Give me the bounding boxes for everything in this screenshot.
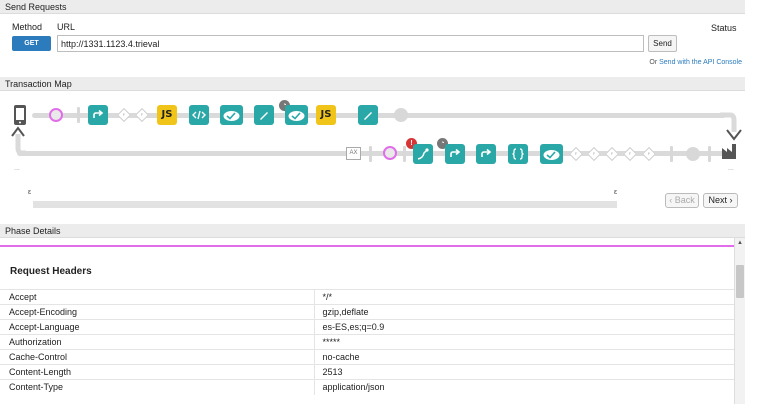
header-value: no-cache [313, 349, 734, 365]
send-button[interactable]: Send [648, 35, 677, 52]
api-console-link-row: Or Send with the API Console [649, 59, 742, 66]
table-row: Accept-Encoding gzip,deflate [0, 304, 734, 320]
url-label: URL [57, 22, 76, 32]
header-value: gzip,deflate [313, 304, 734, 320]
redirect-node[interactable] [88, 105, 108, 125]
braces-icon [512, 148, 524, 160]
analytics-box[interactable]: AX [346, 147, 361, 160]
cloud-check-node[interactable] [220, 105, 243, 125]
details-scrollbar[interactable]: ▲ [734, 238, 745, 404]
pencil-icon [260, 112, 268, 120]
header-name: Accept-Encoding [0, 304, 314, 320]
filter-diamond[interactable]: F [568, 146, 584, 162]
header-value: */* [313, 289, 734, 305]
edit-policy-node[interactable] [358, 105, 378, 125]
json-policy-node[interactable] [508, 144, 528, 164]
cloud-check-icon [288, 111, 305, 121]
request-headers-table: Accept */* Accept-Encoding gzip,deflate Acce… [0, 289, 734, 395]
header-name: Cache-Control [0, 349, 314, 365]
backend-caption: ... [728, 165, 734, 172]
code-icon [192, 110, 206, 120]
request-start-ring[interactable] [49, 108, 63, 122]
table-row: Authorization ***** [0, 334, 734, 350]
table-row: Accept-Language es-ES,es;q=0.9 [0, 319, 734, 335]
cloud-check-icon [543, 150, 560, 160]
target-response-dot[interactable] [686, 147, 700, 161]
header-value: ***** [313, 334, 734, 350]
header-value: es-ES,es;q=0.9 [313, 319, 734, 335]
header-name: Content-Type [0, 379, 314, 395]
error-flow-node[interactable] [413, 144, 433, 164]
header-value: application/json [313, 379, 734, 395]
filter-diamond[interactable]: F [641, 146, 657, 162]
redirect-node[interactable] [445, 144, 465, 164]
filter-diamond[interactable]: F [134, 107, 150, 123]
factory-icon[interactable] [721, 143, 740, 160]
cloud-check-node[interactable] [540, 144, 563, 164]
share-arrow-icon [93, 109, 104, 118]
request-headers-title: Request Headers [10, 266, 92, 277]
share-arrow-icon [481, 148, 492, 157]
up-arrow-icon [11, 126, 26, 156]
chevron-left-icon: ‹ [669, 195, 673, 205]
phase-divider [77, 107, 80, 123]
header-value: 2513 [313, 364, 734, 380]
edit-policy-node[interactable] [254, 105, 274, 125]
back-button[interactable]: ‹ Back [665, 193, 699, 208]
cloud-check-node[interactable] [285, 105, 308, 125]
send-requests-header: Send Requests [0, 0, 745, 14]
transaction-map-header: Transaction Map [0, 77, 745, 91]
scroll-up-arrow-icon[interactable]: ▲ [735, 238, 745, 248]
url-input[interactable] [57, 35, 644, 52]
phase-divider [670, 146, 673, 162]
or-text: Or [649, 59, 658, 66]
api-console-link[interactable]: Send with the API Console [659, 59, 742, 66]
down-arrow-icon [720, 112, 742, 141]
table-row: Accept */* [0, 289, 734, 305]
mobile-device-icon[interactable] [13, 104, 27, 126]
filter-diamond[interactable]: F [604, 146, 620, 162]
mobile-caption: ... [14, 165, 20, 172]
next-button[interactable]: Next › [703, 193, 738, 208]
filter-diamond[interactable]: F [586, 146, 602, 162]
header-name: Accept-Language [0, 319, 314, 335]
redirect-node[interactable] [476, 144, 496, 164]
table-row: Content-Length 2513 [0, 364, 734, 380]
header-name: Authorization [0, 334, 314, 350]
method-label: Method [12, 22, 43, 32]
pencil-icon [364, 112, 372, 120]
timeline-bar[interactable] [33, 201, 617, 208]
filter-diamond[interactable]: F [622, 146, 638, 162]
phase-divider [708, 146, 711, 162]
xml-policy-node[interactable] [189, 105, 209, 125]
table-row: Cache-Control no-cache [0, 349, 734, 365]
phase-details-panel: Request Headers Accept */* Accept-Encoding… [0, 247, 734, 404]
flow-path-icon [417, 148, 429, 160]
javascript-policy-node[interactable]: JS [157, 105, 177, 125]
response-end-ring[interactable] [383, 146, 397, 160]
header-name: Content-Length [0, 364, 314, 380]
scroll-thumb[interactable] [736, 265, 744, 298]
javascript-policy-node[interactable]: JS [316, 105, 336, 125]
phase-details-header: Phase Details [0, 224, 745, 238]
target-request-dot[interactable] [394, 108, 408, 122]
header-name: Accept [0, 289, 314, 305]
phase-divider [403, 146, 406, 162]
share-arrow-icon [450, 148, 461, 157]
method-button[interactable]: GET [12, 36, 51, 51]
cloud-check-icon [223, 111, 240, 121]
status-label: Status [711, 23, 737, 33]
return-track [17, 151, 727, 156]
chevron-right-icon: › [729, 195, 733, 205]
timeline-start-marker[interactable]: ε [28, 189, 31, 196]
table-row: Content-Type application/json [0, 379, 734, 395]
filter-diamond[interactable]: F [116, 107, 132, 123]
phase-divider [369, 146, 372, 162]
timeline-end-marker[interactable]: ε [614, 189, 617, 196]
